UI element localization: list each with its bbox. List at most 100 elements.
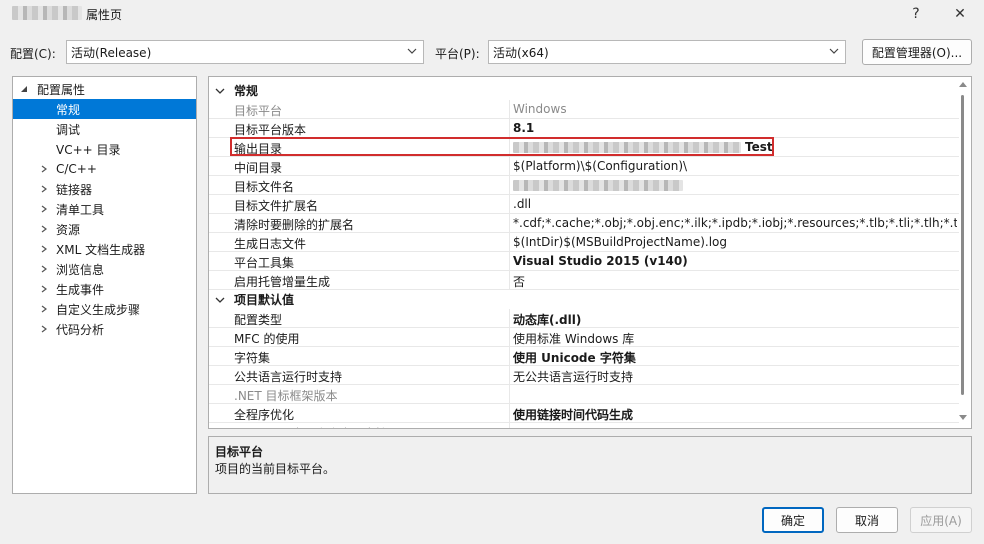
- tree-item-label: XML 文档生成器: [56, 242, 146, 257]
- tree-item[interactable]: 调试: [13, 119, 196, 139]
- tree-item[interactable]: 自定义生成步骤: [13, 299, 196, 319]
- caret-collapsed-icon[interactable]: [40, 265, 48, 273]
- property-value[interactable]: [513, 178, 957, 192]
- tree-item[interactable]: 生成事件: [13, 279, 196, 299]
- category-general[interactable]: 常规: [209, 81, 959, 100]
- column-divider[interactable]: [509, 119, 510, 138]
- column-divider[interactable]: [509, 176, 510, 195]
- column-divider[interactable]: [509, 157, 510, 176]
- property-row[interactable]: 全程序优化 使用链接时间代码生成: [209, 404, 959, 423]
- chevron-down-icon: [829, 48, 839, 54]
- property-name: 清除时要删除的扩展名: [234, 218, 355, 232]
- caret-collapsed-icon[interactable]: [40, 305, 48, 313]
- column-divider[interactable]: [509, 328, 510, 347]
- tree-item[interactable]: 链接器: [13, 179, 196, 199]
- column-divider[interactable]: [509, 195, 510, 214]
- tree-item[interactable]: 资源: [13, 219, 196, 239]
- scroll-up-icon[interactable]: [959, 81, 967, 87]
- property-row[interactable]: 目标平台版本 8.1: [209, 119, 959, 138]
- property-value[interactable]: 无公共语言运行时支持: [513, 368, 957, 385]
- property-value[interactable]: *.cdf;*.cache;*.obj;*.obj.enc;*.ilk;*.ip…: [513, 216, 957, 230]
- property-row[interactable]: Windows 应用商店应用支持 否: [209, 423, 959, 428]
- tree-item[interactable]: 常规: [13, 99, 196, 119]
- property-row[interactable]: 启用托管增量生成 否: [209, 271, 959, 290]
- caret-collapsed-icon[interactable]: [40, 245, 48, 253]
- cancel-button[interactable]: 取消: [836, 507, 898, 533]
- column-divider[interactable]: [509, 233, 510, 252]
- column-divider[interactable]: [509, 404, 510, 423]
- tree-item[interactable]: VC++ 目录: [13, 139, 196, 159]
- grid-scrollbar[interactable]: [956, 77, 970, 427]
- property-tree[interactable]: 配置属性 常规 调试 VC++ 目录 C/C++ 链接器 清单工具资源 XML 文档生成器浏览…: [12, 76, 197, 494]
- property-value[interactable]: Visual Studio 2015 (v140): [513, 254, 957, 268]
- property-name: 字符集: [234, 351, 271, 365]
- property-value[interactable]: .dll: [513, 197, 957, 211]
- property-value[interactable]: 使用链接时间代码生成: [513, 406, 957, 423]
- caret-collapsed-icon[interactable]: [40, 165, 48, 173]
- apply-button[interactable]: 应用(A): [910, 507, 972, 533]
- caret-collapsed-icon[interactable]: [40, 205, 48, 213]
- chevron-down-icon[interactable]: [215, 295, 225, 305]
- tree-item[interactable]: 配置属性: [13, 79, 196, 99]
- caret-collapsed-icon[interactable]: [40, 225, 48, 233]
- property-row[interactable]: .NET 目标框架版本: [209, 385, 959, 404]
- property-grid[interactable]: 常规 目标平台 Windows 目标平台版本 8.1 输出目录 Test 中间目录 $(Plat…: [208, 76, 972, 429]
- property-row[interactable]: 目标文件名: [209, 176, 959, 195]
- column-divider[interactable]: [509, 271, 510, 290]
- property-value[interactable]: 8.1: [513, 121, 957, 135]
- category-project-defaults[interactable]: 项目默认值: [209, 290, 959, 309]
- platform-select-value: 活动(x64): [493, 45, 549, 60]
- property-row[interactable]: 平台工具集 Visual Studio 2015 (v140): [209, 252, 959, 271]
- column-divider[interactable]: [509, 347, 510, 366]
- property-name: 目标文件扩展名: [234, 199, 319, 213]
- column-divider[interactable]: [509, 252, 510, 271]
- caret-collapsed-icon[interactable]: [40, 285, 48, 293]
- tree-item[interactable]: 浏览信息: [13, 259, 196, 279]
- property-row[interactable]: 中间目录 $(Platform)\$(Configuration)\: [209, 157, 959, 176]
- property-value[interactable]: $(IntDir)$(MSBuildProjectName).log: [513, 235, 957, 249]
- property-row[interactable]: 配置类型 动态库(.dll): [209, 309, 959, 328]
- caret-collapsed-icon[interactable]: [40, 185, 48, 193]
- property-value[interactable]: 使用标准 Windows 库: [513, 330, 957, 347]
- property-row[interactable]: 目标文件扩展名 .dll: [209, 195, 959, 214]
- platform-select[interactable]: 活动(x64): [488, 40, 846, 64]
- tree-item-label: 资源: [56, 222, 81, 237]
- column-divider[interactable]: [509, 309, 510, 328]
- property-name: MFC 的使用: [234, 332, 300, 346]
- caret-collapsed-icon[interactable]: [40, 325, 48, 333]
- scrollbar-thumb[interactable]: [961, 95, 964, 395]
- tree-item[interactable]: C/C++: [13, 159, 196, 179]
- property-name: 平台工具集: [234, 256, 295, 270]
- config-label: 配置(C):: [10, 47, 56, 61]
- tree-item-label: 自定义生成步骤: [56, 302, 141, 317]
- property-value[interactable]: 动态库(.dll): [513, 311, 957, 328]
- chevron-down-icon[interactable]: [215, 86, 225, 96]
- column-divider[interactable]: [509, 214, 510, 233]
- column-divider[interactable]: [509, 366, 510, 385]
- config-manager-button[interactable]: 配置管理器(O)...: [862, 39, 972, 65]
- scroll-down-icon[interactable]: [959, 415, 967, 421]
- property-row[interactable]: MFC 的使用 使用标准 Windows 库: [209, 328, 959, 347]
- tree-item[interactable]: 清单工具: [13, 199, 196, 219]
- column-divider[interactable]: [509, 423, 510, 428]
- tree-item[interactable]: XML 文档生成器: [13, 239, 196, 259]
- config-select[interactable]: 活动(Release): [66, 40, 424, 64]
- property-value[interactable]: 否: [513, 425, 957, 428]
- property-row[interactable]: 清除时要删除的扩展名 *.cdf;*.cache;*.obj;*.obj.enc;…: [209, 214, 959, 233]
- property-row[interactable]: 目标平台 Windows: [209, 100, 959, 119]
- ok-button[interactable]: 确定: [762, 507, 824, 533]
- close-button[interactable]: ✕: [940, 0, 980, 28]
- property-row[interactable]: 字符集 使用 Unicode 字符集: [209, 347, 959, 366]
- column-divider[interactable]: [509, 385, 510, 404]
- column-divider[interactable]: [509, 100, 510, 119]
- caret-expanded-icon[interactable]: [20, 85, 28, 93]
- platform-label: 平台(P):: [435, 47, 480, 61]
- property-value[interactable]: $(Platform)\$(Configuration)\: [513, 159, 957, 173]
- tree-item[interactable]: 代码分析: [13, 319, 196, 339]
- property-value[interactable]: Windows: [513, 102, 957, 116]
- property-value[interactable]: 否: [513, 273, 957, 290]
- property-row[interactable]: 生成日志文件 $(IntDir)$(MSBuildProjectName).log: [209, 233, 959, 252]
- help-button[interactable]: ?: [896, 0, 936, 28]
- property-value[interactable]: 使用 Unicode 字符集: [513, 349, 957, 366]
- property-row[interactable]: 公共语言运行时支持 无公共语言运行时支持: [209, 366, 959, 385]
